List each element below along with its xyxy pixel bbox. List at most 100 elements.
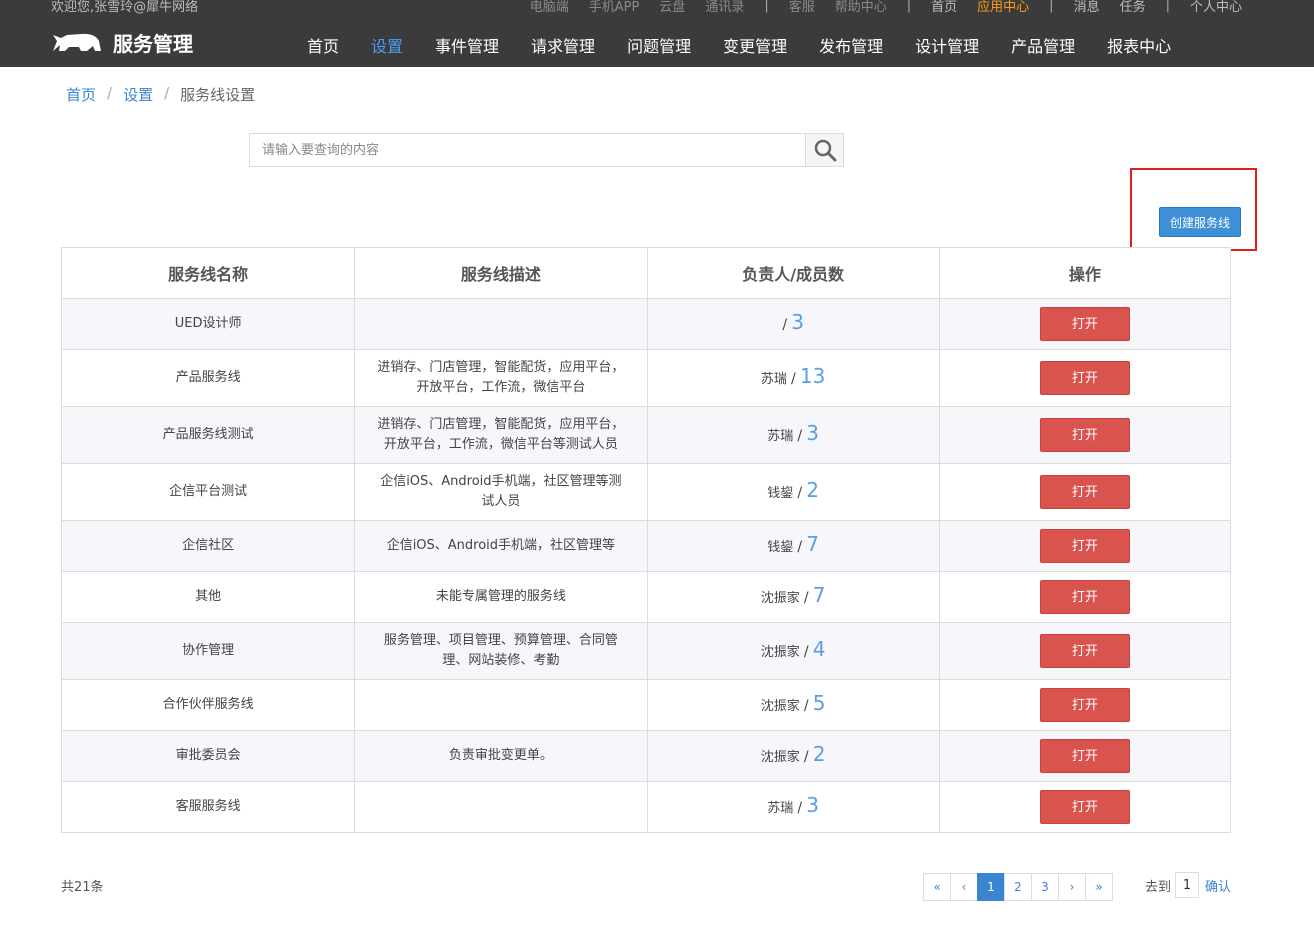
member-count[interactable]: 2	[806, 478, 819, 502]
service-line-desc: 企信iOS、Android手机端，社区管理等	[354, 520, 648, 572]
breadcrumb-home[interactable]: 首页	[66, 84, 96, 105]
first-page-button[interactable]: «	[923, 873, 951, 901]
separator-slash: /	[797, 428, 803, 444]
nav-reports[interactable]: 报表中心	[1091, 33, 1187, 57]
service-line-desc	[354, 781, 648, 833]
top-link-pc[interactable]: 电脑端	[530, 0, 569, 15]
goto-page: 去到 确认	[1145, 872, 1231, 898]
owner-name: 苏瑞	[760, 372, 787, 387]
top-link-help[interactable]: 帮助中心	[835, 0, 887, 15]
service-line-desc	[354, 679, 648, 731]
table-row: 其他 未能专属管理的服务线 沈振家 / 7 打开	[60, 571, 1232, 623]
open-button[interactable]: 打开	[1039, 307, 1130, 341]
member-count[interactable]: 13	[800, 364, 825, 388]
page-1-button[interactable]: 1	[977, 873, 1005, 901]
open-button[interactable]: 打开	[1039, 418, 1130, 452]
separator-slash: /	[782, 317, 788, 333]
prev-page-button[interactable]: ‹	[950, 873, 978, 901]
service-line-desc: 企信iOS、Android手机端，社区管理等测试人员	[354, 463, 648, 521]
top-link-app[interactable]: 手机APP	[589, 0, 640, 15]
nav-home[interactable]: 首页	[291, 33, 355, 57]
last-page-button[interactable]: »	[1085, 873, 1113, 901]
nav-changes[interactable]: 变更管理	[707, 33, 803, 57]
top-link-messages[interactable]: 消息	[1074, 0, 1100, 15]
page-2-button[interactable]: 2	[1004, 873, 1032, 901]
open-button[interactable]: 打开	[1039, 580, 1130, 614]
service-line-name: 产品服务线测试	[60, 406, 356, 464]
open-button[interactable]: 打开	[1039, 475, 1130, 509]
breadcrumb-current: 服务线设置	[180, 86, 256, 104]
service-line-name: 客服服务线	[60, 781, 356, 833]
page-3-button[interactable]: 3	[1031, 873, 1059, 901]
service-line-desc: 进销存、门店管理，智能配货，应用平台，开放平台，工作流，微信平台	[354, 349, 648, 407]
separator-slash: /	[797, 800, 803, 816]
nav-releases[interactable]: 发布管理	[803, 33, 899, 57]
open-button[interactable]: 打开	[1039, 688, 1130, 722]
top-link-service[interactable]: 客服	[789, 0, 815, 15]
owner-name: 沈振家	[760, 591, 800, 606]
create-service-line-button[interactable]: 创建服务线	[1159, 207, 1241, 237]
owner-name: 钱鋆	[767, 486, 794, 501]
breadcrumb-settings[interactable]: 设置	[123, 84, 153, 105]
owner-name: 沈振家	[760, 699, 800, 714]
total-count: 共21条	[61, 880, 104, 895]
owner-name: 沈振家	[760, 645, 800, 660]
goto-page-input[interactable]	[1175, 872, 1200, 898]
next-page-button[interactable]: ›	[1058, 873, 1086, 901]
goto-confirm-button[interactable]: 确认	[1205, 876, 1231, 895]
nav-requests[interactable]: 请求管理	[515, 33, 611, 57]
nav-products[interactable]: 产品管理	[995, 33, 1091, 57]
service-line-desc: 负责审批变更单。	[354, 730, 648, 782]
top-link-app-center[interactable]: 应用中心	[977, 0, 1029, 15]
open-button[interactable]: 打开	[1039, 634, 1130, 668]
member-count[interactable]: 7	[806, 532, 819, 556]
nav-design[interactable]: 设计管理	[899, 33, 995, 57]
member-count[interactable]: 3	[791, 310, 804, 334]
owner-cell: 沈振家 / 4	[646, 622, 940, 680]
breadcrumb-separator: /	[164, 84, 170, 102]
owner-cell: 钱鋆 / 2	[646, 463, 940, 521]
service-line-name: UED设计师	[60, 298, 356, 350]
owner-cell: 钱鋆 / 7	[646, 520, 940, 572]
action-cell: 打开	[938, 781, 1232, 833]
main-nav: 首页 设置 事件管理 请求管理 问题管理 变更管理 发布管理 设计管理 产品管理…	[291, 33, 1187, 57]
action-cell: 打开	[938, 622, 1232, 680]
nav-problems[interactable]: 问题管理	[611, 33, 707, 57]
owner-name: 沈振家	[760, 750, 800, 765]
top-link-cloud[interactable]: 云盘	[659, 0, 685, 15]
owner-name: 苏瑞	[767, 801, 794, 816]
owner-cell: 苏瑞 / 3	[646, 406, 940, 464]
nav-events[interactable]: 事件管理	[419, 33, 515, 57]
open-button[interactable]: 打开	[1039, 361, 1130, 395]
nav-settings[interactable]: 设置	[355, 33, 419, 57]
member-count[interactable]: 3	[806, 793, 819, 817]
service-line-desc: 进销存、门店管理，智能配货，应用平台，开放平台，工作流，微信平台等测试人员	[354, 406, 648, 464]
separator-slash: /	[803, 749, 809, 765]
app-logo[interactable]: 服务管理	[51, 28, 193, 57]
open-button[interactable]: 打开	[1039, 739, 1130, 773]
table-row: 合作伙伴服务线 沈振家 / 5 打开	[60, 679, 1232, 731]
top-link-home[interactable]: 首页	[931, 0, 957, 15]
header-owner: 负责人/成员数	[646, 247, 940, 299]
service-line-table: 服务线名称 服务线描述 负责人/成员数 操作 UED设计师 / 3 打开 产品服…	[60, 247, 1232, 833]
open-button[interactable]: 打开	[1039, 529, 1130, 563]
member-count[interactable]: 3	[806, 421, 819, 445]
top-link-contacts[interactable]: 通讯录	[705, 0, 744, 15]
action-cell: 打开	[938, 571, 1232, 623]
search-button[interactable]	[805, 134, 843, 166]
top-link-tasks[interactable]: 任务	[1120, 0, 1146, 15]
service-line-name: 产品服务线	[60, 349, 356, 407]
search-input[interactable]	[250, 134, 805, 166]
separator-slash: /	[791, 371, 796, 387]
member-count[interactable]: 4	[813, 637, 826, 661]
top-link-profile[interactable]: 个人中心	[1190, 0, 1242, 15]
open-button[interactable]: 打开	[1039, 790, 1130, 824]
owner-cell: 苏瑞 / 3	[646, 781, 940, 833]
member-count[interactable]: 7	[813, 583, 826, 607]
member-count[interactable]: 2	[813, 742, 826, 766]
action-cell: 打开	[938, 298, 1232, 350]
action-cell: 打开	[938, 730, 1232, 782]
separator-slash: /	[803, 590, 809, 606]
member-count[interactable]: 5	[813, 691, 826, 715]
table-row: 协作管理 服务管理、项目管理、预算管理、合同管理、网站装修、考勤 沈振家 / 4…	[60, 622, 1232, 680]
